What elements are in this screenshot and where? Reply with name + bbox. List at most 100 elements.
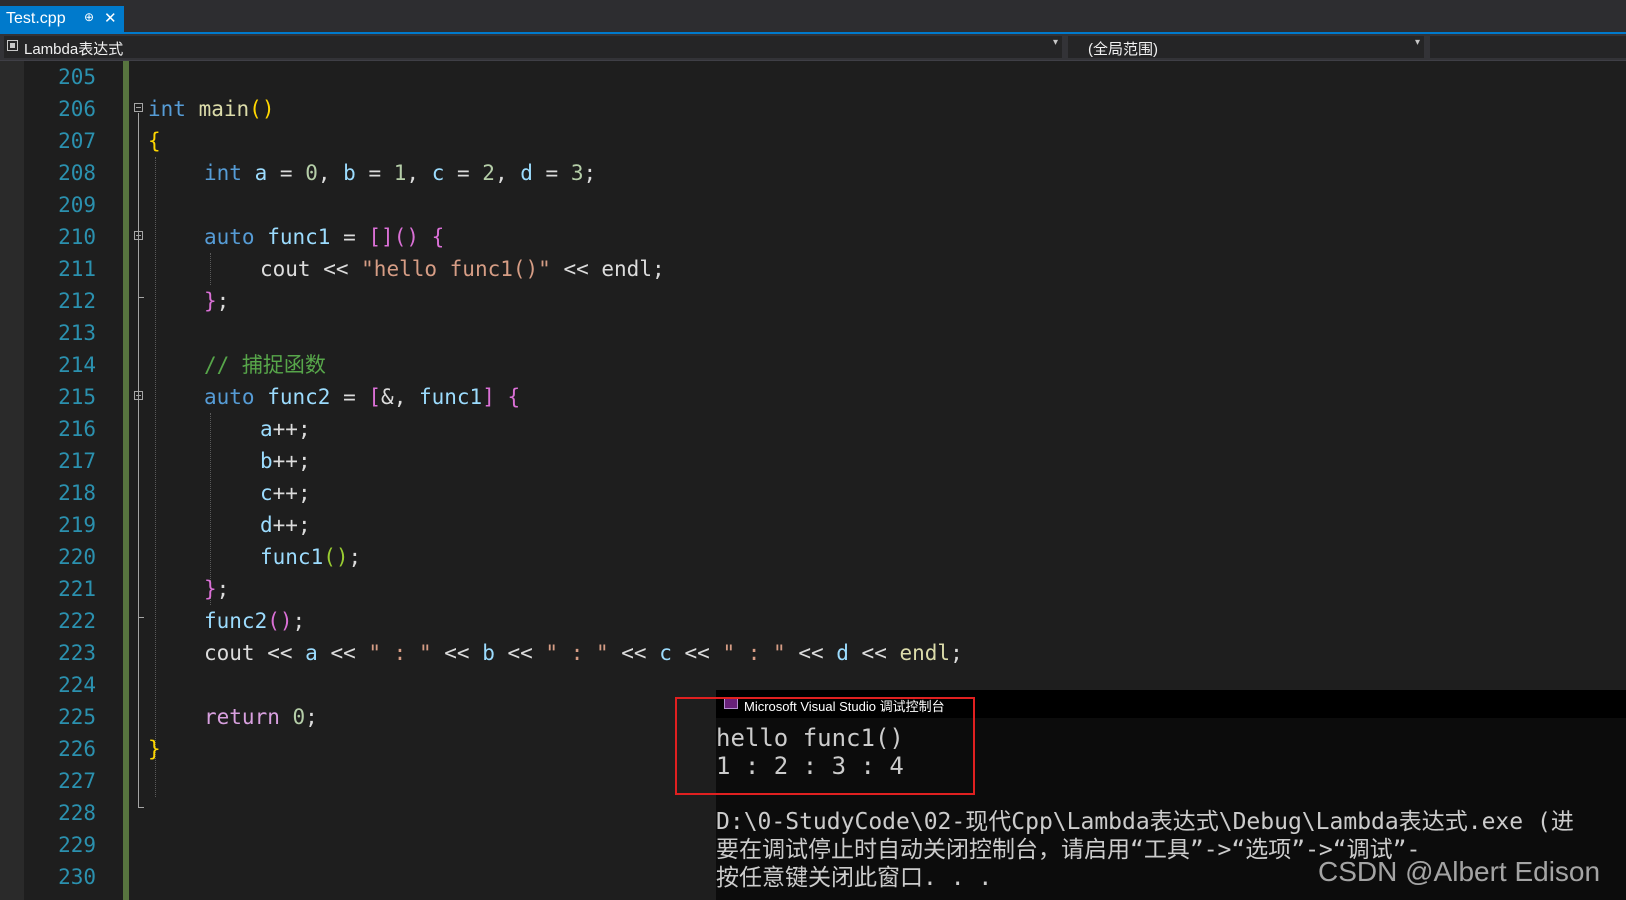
token-punct: ;: [950, 641, 963, 665]
token-variable: d: [520, 161, 533, 185]
token-brace: {: [507, 385, 521, 409]
member-dropdown[interactable]: [1430, 36, 1626, 58]
code-line-226: }: [148, 733, 161, 765]
line-number: 212: [58, 289, 96, 313]
token-identifier: endl: [899, 641, 951, 665]
token-brace: }: [204, 577, 217, 601]
token-operator: <<: [310, 257, 362, 281]
token-paren: (): [393, 225, 419, 249]
token-variable: func2: [204, 609, 268, 633]
token-bracket: ]: [482, 385, 495, 409]
outline-func2-end: [138, 617, 144, 618]
token-operator: <<: [494, 641, 546, 665]
collapse-func1-icon[interactable]: [134, 231, 143, 240]
code-line-210: auto func1 = []() {: [204, 221, 444, 253]
token-bracket: [: [368, 385, 382, 409]
token-operator: <<: [317, 641, 369, 665]
line-number: 205: [58, 65, 96, 89]
token-brace: {: [148, 129, 161, 153]
token-operator: =: [355, 161, 394, 185]
line-number: 228: [58, 801, 96, 825]
token-keyword: auto: [204, 385, 255, 409]
outline-main-end: [138, 807, 144, 808]
token-number: 3: [570, 161, 584, 185]
token-variable: d: [836, 641, 849, 665]
line-number: 216: [58, 417, 96, 441]
token-punct: ,: [406, 161, 432, 185]
token-operator: <<: [848, 641, 900, 665]
line-number: 209: [58, 193, 96, 217]
line-number: 230: [58, 865, 96, 889]
token-punct: ;: [305, 705, 318, 729]
token-variable: d: [260, 513, 273, 537]
token-keyword: auto: [204, 225, 255, 249]
code-line-206: int main(): [148, 93, 274, 125]
global-scope-label: (全局范围): [1088, 41, 1158, 58]
token-number: 0: [292, 705, 306, 729]
token-brace: {: [431, 225, 445, 249]
line-number: 225: [58, 705, 96, 729]
collapse-main-icon[interactable]: [134, 103, 143, 112]
token-punct: ;: [216, 577, 230, 601]
code-line-225: return 0;: [204, 701, 318, 733]
project-scope-dropdown[interactable]: Lambda表达式 ▾: [4, 36, 1062, 58]
token-identifier: cout: [204, 641, 255, 665]
token-keyword: return: [204, 705, 280, 729]
indicator-margin: [0, 61, 24, 900]
watermark: CSDN @Albert Edison: [1318, 856, 1601, 887]
line-number: 211: [58, 257, 96, 281]
token-operator: <<: [254, 641, 306, 665]
close-icon[interactable]: ✕: [104, 9, 117, 27]
token-operator: =: [532, 161, 571, 185]
token-punct: ;: [216, 289, 230, 313]
token-variable: func1: [418, 385, 483, 409]
code-line-221: };: [204, 573, 229, 605]
token-operator: <<: [550, 257, 602, 281]
token-variable: c: [260, 481, 273, 505]
token-operator: ++;: [272, 449, 311, 473]
token-operator: =: [267, 161, 306, 185]
global-scope-dropdown[interactable]: (全局范围) ▾: [1068, 36, 1424, 58]
token-variable: a: [260, 417, 273, 441]
token-variable: func1: [267, 225, 331, 249]
line-number: 217: [58, 449, 96, 473]
token-paren: (): [249, 97, 275, 121]
token-identifier: endl: [601, 257, 652, 281]
token-brace: }: [204, 289, 217, 313]
token-variable: a: [254, 161, 268, 185]
token-string: " : ": [722, 641, 786, 665]
token-punct: ,: [317, 161, 344, 185]
project-scope-label: Lambda表达式: [24, 41, 124, 58]
line-number: 218: [58, 481, 96, 505]
tab-test-cpp[interactable]: Test.cpp ⊕ ✕: [0, 6, 124, 32]
tab-bar: Test.cpp ⊕ ✕: [0, 0, 1626, 32]
line-number: 213: [58, 321, 96, 345]
project-icon: [7, 40, 18, 51]
token-punct: ;: [292, 609, 306, 633]
pin-icon[interactable]: ⊕: [84, 10, 94, 24]
line-number: 214: [58, 353, 96, 377]
collapse-func2-icon[interactable]: [134, 391, 143, 400]
token-variable: c: [431, 161, 445, 185]
token-variable: func1: [260, 545, 324, 569]
line-number: 222: [58, 609, 96, 633]
line-number: 208: [58, 161, 96, 185]
token-operator: <<: [671, 641, 723, 665]
token-punct: ,: [494, 161, 521, 185]
token-variable: b: [482, 641, 495, 665]
console-output-line: 按任意键关闭此窗口. . .: [716, 865, 993, 891]
line-number: 221: [58, 577, 96, 601]
line-number: 215: [58, 385, 96, 409]
console-output-line: 要在调试停止时自动关闭控制台，请启用“工具”->“选项”->“调试”-: [716, 837, 1421, 863]
change-tracking-bar: [123, 61, 129, 900]
token-identifier: cout: [260, 257, 311, 281]
token-keyword: int: [204, 161, 242, 185]
outline-func1: [138, 241, 139, 297]
code-line-223: cout << a << " : " << b << " : " << c <<…: [204, 637, 963, 669]
code-line-220: func1();: [260, 541, 361, 573]
token-string: " : ": [545, 641, 609, 665]
